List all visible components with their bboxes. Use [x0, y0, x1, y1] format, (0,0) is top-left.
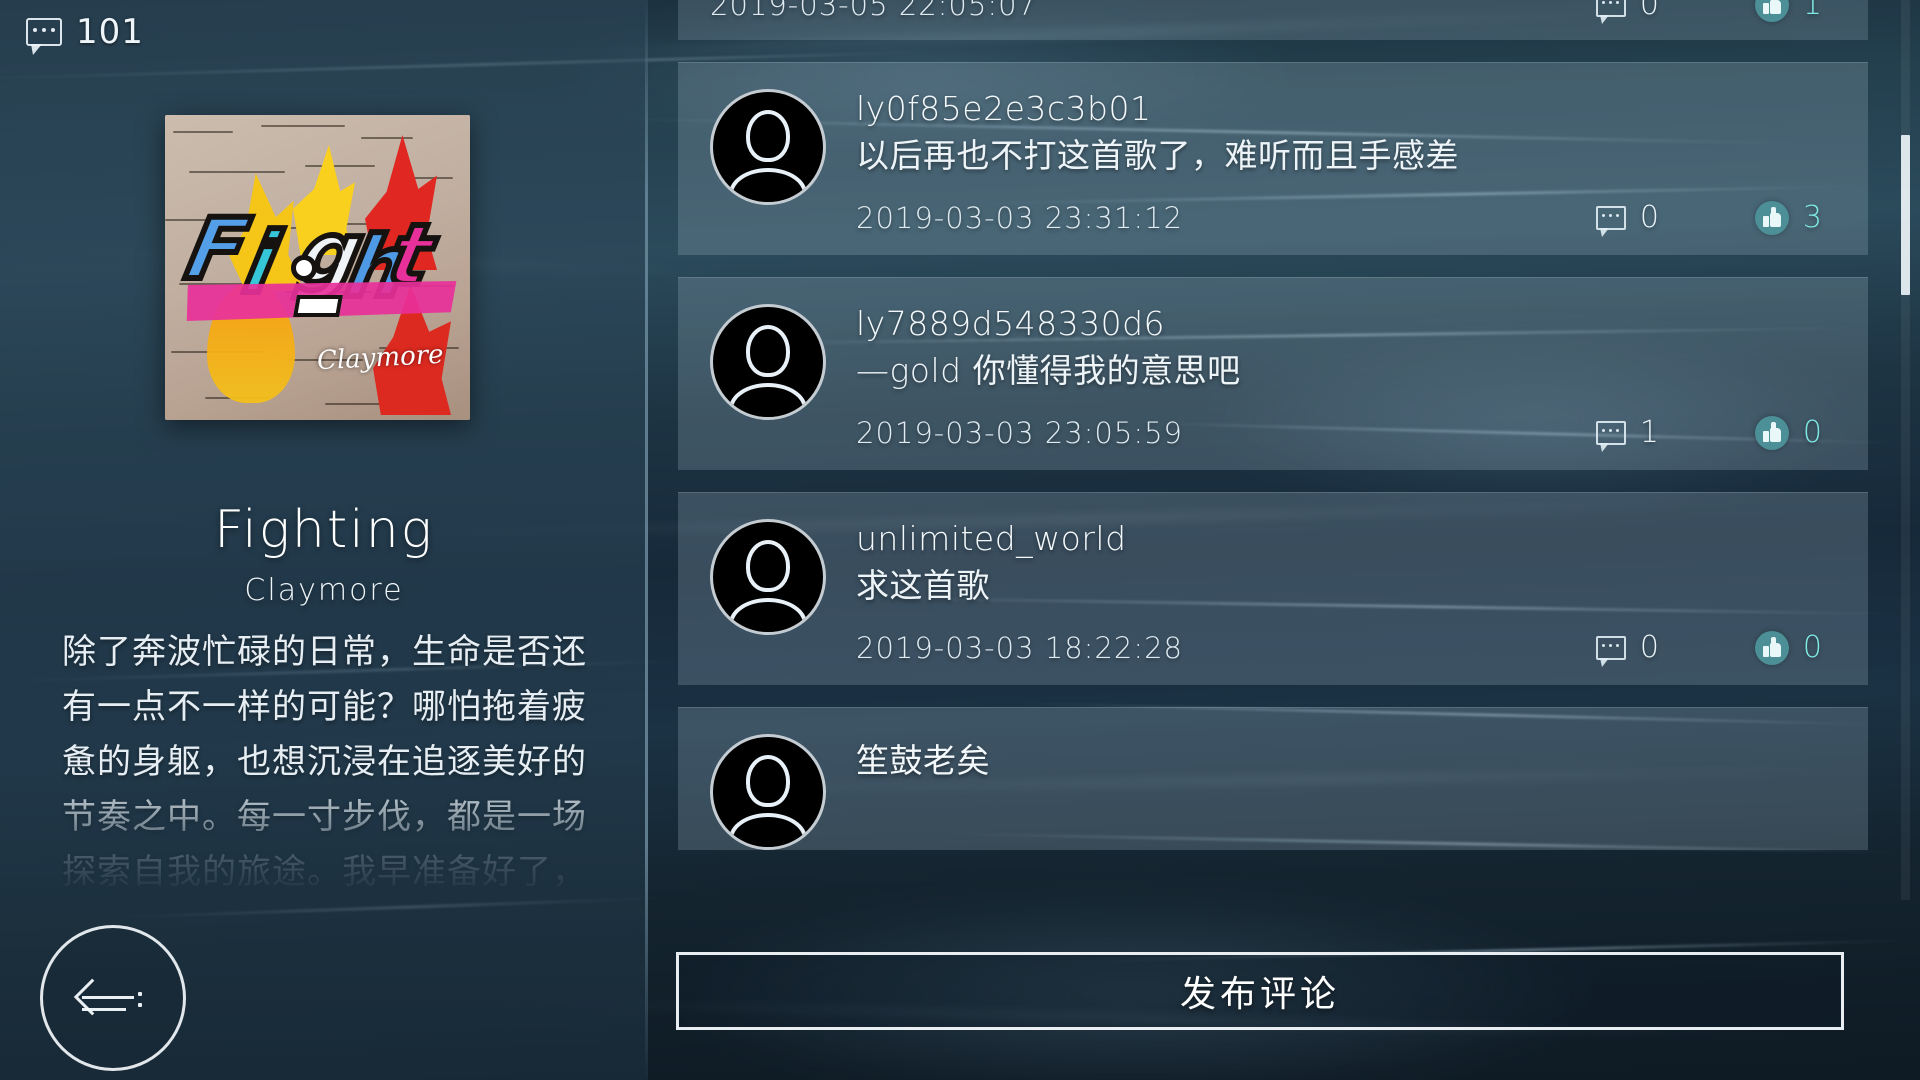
- comment-timestamp: 2019-03-03 18:22:28: [856, 630, 1183, 665]
- post-comment-button[interactable]: 发布评论: [676, 952, 1844, 1030]
- comment-count-value: 101: [76, 12, 144, 52]
- comments-list[interactable]: 2019-03-05 22:05:07 0 1 ly0f85e2e3c3b01 …: [678, 0, 1878, 920]
- post-comment-label: 发布评论: [1179, 974, 1340, 1015]
- like-count-value: 0: [1802, 630, 1822, 665]
- thumbs-up-icon: [1754, 200, 1789, 235]
- song-info-panel: 101 F i g h t Claymore Fighting Claymore…: [0, 0, 648, 1080]
- reply-count-value: 0: [1639, 200, 1659, 235]
- back-button[interactable]: [40, 925, 186, 1071]
- song-description-container: 除了奔波忙碌的日常，生命是否还有一点不一样的可能？哪怕拖着疲惫的身躯，也想沉浸在…: [62, 625, 587, 895]
- comment-text: 以后再也不打这首歌了，难听而且手感差: [856, 136, 1459, 175]
- comment-count-header: 101: [26, 12, 144, 55]
- comment-item-partial-top[interactable]: 2019-03-05 22:05:07 0 1: [678, 0, 1868, 40]
- reply-count-group[interactable]: 1: [1595, 415, 1659, 452]
- like-count-group[interactable]: 3: [1754, 200, 1822, 235]
- reply-bubble-icon: [1595, 0, 1626, 24]
- like-count-value: 3: [1802, 200, 1822, 235]
- like-count-value: 0: [1802, 415, 1822, 450]
- reply-count-group[interactable]: 0: [1595, 0, 1659, 24]
- comment-username[interactable]: ly7889d548330d6: [856, 304, 1836, 343]
- avatar[interactable]: [710, 304, 826, 420]
- reply-count-value: 0: [1639, 630, 1659, 665]
- like-count-group[interactable]: 0: [1754, 415, 1822, 450]
- like-count-value: 1: [1802, 0, 1822, 22]
- reply-count-group[interactable]: 0: [1595, 200, 1659, 237]
- comment-item-partial-bottom[interactable]: 笙鼓老矣: [678, 707, 1868, 850]
- comments-panel: 2019-03-05 22:05:07 0 1 ly0f85e2e3c3b01 …: [648, 0, 1920, 1080]
- album-art-graffiti-text: F i g h t: [176, 197, 457, 347]
- song-artist: Claymore: [244, 573, 404, 608]
- reply-count-value: 0: [1639, 0, 1659, 22]
- app-screen: 1 0 1 F i g h t Claymore Fighting Claymore…: [0, 0, 1920, 1080]
- like-count-group[interactable]: 0: [1754, 630, 1822, 665]
- like-count-group[interactable]: 1: [1754, 0, 1822, 22]
- avatar[interactable]: [710, 89, 826, 205]
- album-art: F i g h t Claymore: [165, 115, 470, 420]
- comment-item[interactable]: ly7889d548330d6 —gold 你懂得我的意思吧 2019-03-0…: [678, 277, 1868, 470]
- scrollbar-thumb[interactable]: [1901, 135, 1910, 295]
- comment-username[interactable]: 笙鼓老矣: [856, 734, 1836, 782]
- thumbs-up-icon: [1754, 630, 1789, 665]
- thumbs-up-icon: [1754, 415, 1789, 450]
- thumbs-up-icon: [1754, 0, 1789, 22]
- reply-bubble-icon: [1595, 205, 1626, 237]
- comment-username[interactable]: unlimited_world: [856, 519, 1836, 558]
- comment-text: —gold 你懂得我的意思吧: [856, 351, 1241, 390]
- comment-username[interactable]: ly0f85e2e3c3b01: [856, 89, 1836, 128]
- comment-timestamp: 2019-03-03 23:31:12: [856, 200, 1183, 235]
- back-arrow-icon: [73, 976, 148, 1020]
- avatar[interactable]: [710, 519, 826, 635]
- comment-timestamp: 2019-03-05 22:05:07: [710, 0, 1037, 22]
- comment-bubble-icon: [26, 18, 62, 55]
- comment-item[interactable]: ly0f85e2e3c3b01 以后再也不打这首歌了，难听而且手感差 2019-…: [678, 62, 1868, 255]
- comment-timestamp: 2019-03-03 23:05:59: [856, 415, 1183, 450]
- reply-bubble-icon: [1595, 420, 1626, 452]
- reply-bubble-icon: [1595, 635, 1626, 667]
- song-description: 除了奔波忙碌的日常，生命是否还有一点不一样的可能？哪怕拖着疲惫的身躯，也想沉浸在…: [62, 632, 587, 892]
- reply-count-group[interactable]: 0: [1595, 630, 1659, 667]
- comment-text: 求这首歌: [856, 566, 990, 605]
- avatar[interactable]: [710, 734, 826, 850]
- reply-count-value: 1: [1639, 415, 1659, 450]
- song-title: Fighting: [214, 500, 434, 560]
- comment-item[interactable]: unlimited_world 求这首歌 2019-03-03 18:22:28…: [678, 492, 1868, 685]
